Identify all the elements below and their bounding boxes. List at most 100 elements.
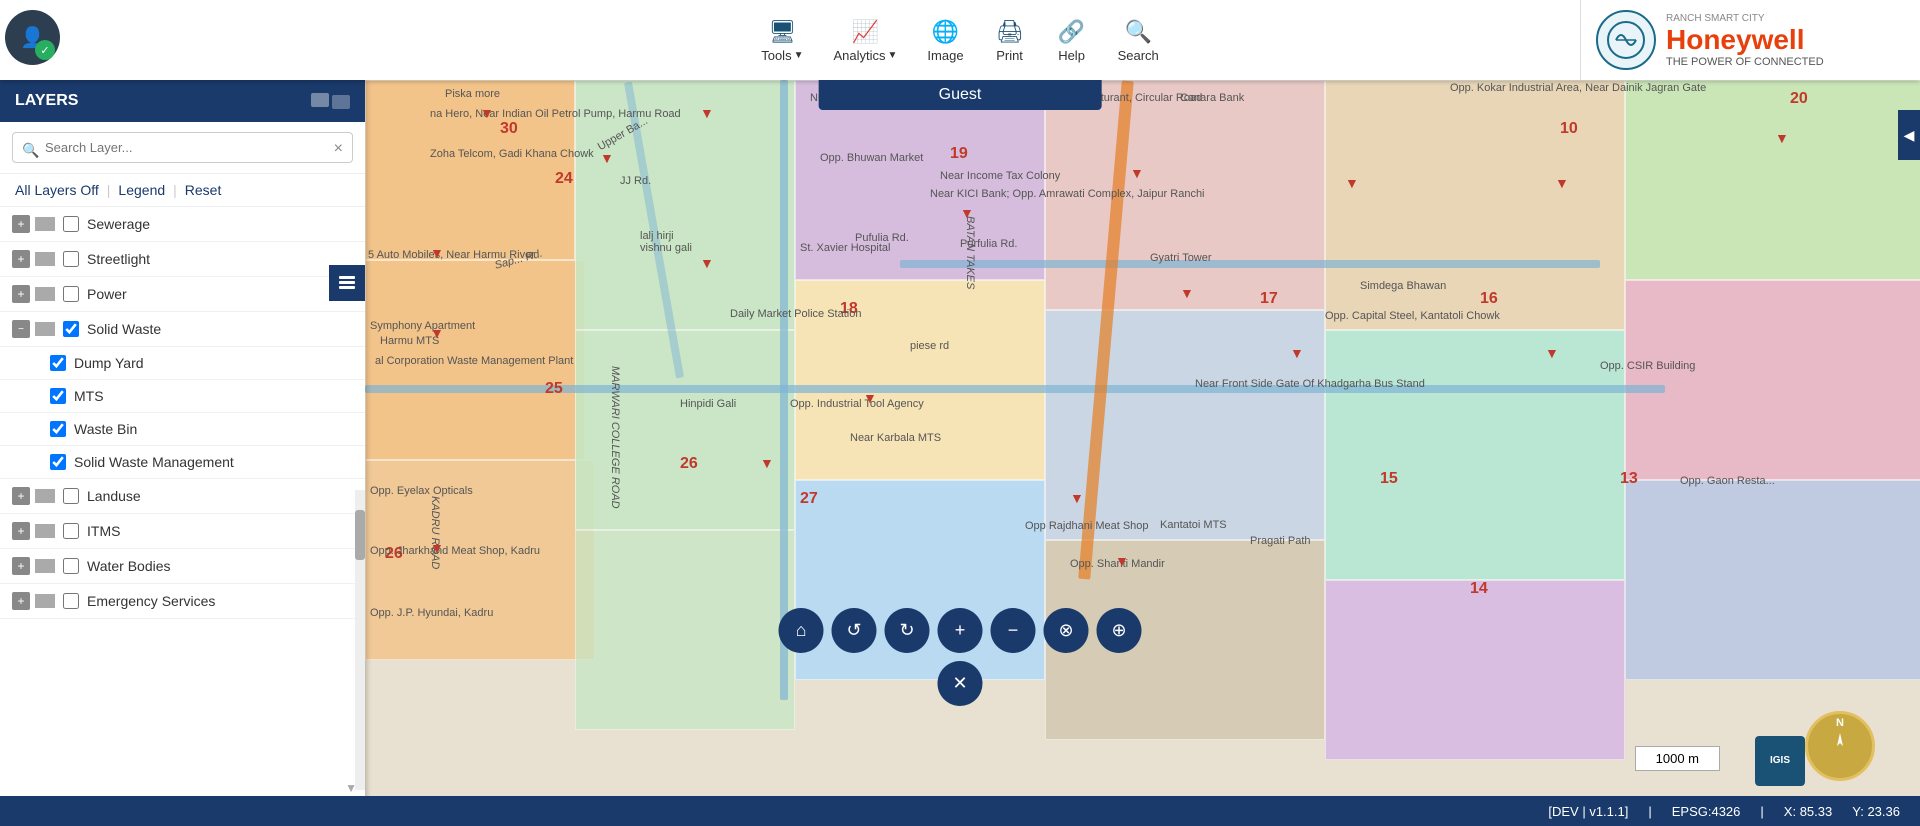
search-label[interactable]: Search	[1118, 48, 1159, 63]
water-bodies-checkbox[interactable]	[63, 558, 79, 574]
analytics-label[interactable]: Analytics ▼	[833, 48, 897, 63]
layers-float-icon[interactable]	[329, 265, 365, 301]
layer-item-landuse[interactable]: + Landuse	[0, 479, 365, 514]
map-controls: ⌂ ↺ ↻ + − ⊗ ⊕ ✕	[779, 608, 1142, 706]
water-bodies-label: Water Bodies	[87, 558, 353, 574]
compass-circle: N	[1805, 711, 1875, 781]
solid-waste-mgmt-label: Solid Waste Management	[74, 454, 353, 470]
power-color	[35, 287, 55, 301]
guest-bar: Guest	[819, 80, 1102, 110]
emergency-color	[35, 594, 55, 608]
right-collapse-icon: ◀	[1904, 127, 1915, 144]
layers-stack-icon[interactable]	[311, 93, 350, 109]
redo-button[interactable]: ↻	[885, 608, 930, 653]
analytics-icon: 📈	[849, 16, 881, 48]
print-icon: 🖨	[994, 16, 1026, 48]
tools-arrow: ▼	[794, 50, 804, 61]
igis-badge: IGIS	[1755, 736, 1805, 786]
extra-button[interactable]: ✕	[938, 661, 983, 706]
search-icon: 🔍	[1122, 16, 1154, 48]
layer-search-input[interactable]	[12, 132, 353, 163]
zoom-in-button[interactable]: +	[938, 608, 983, 653]
sewerage-label: Sewerage	[87, 216, 353, 232]
layer-item-sewerage[interactable]: + Sewerage	[0, 207, 365, 242]
all-layers-off-btn[interactable]: All Layers Off	[15, 182, 99, 198]
print-label[interactable]: Print	[996, 48, 1023, 63]
itms-color	[35, 524, 55, 538]
layer-item-streetlight[interactable]: + Streetlight	[0, 242, 365, 277]
streetlight-expand[interactable]: +	[12, 250, 30, 268]
layer-item-waste-bin[interactable]: Waste Bin	[0, 413, 365, 446]
compass: N	[1800, 706, 1880, 786]
undo-button[interactable]: ↺	[832, 608, 877, 653]
toolbar-help[interactable]: 🔗 Help	[1056, 16, 1088, 63]
sewerage-expand[interactable]: +	[12, 215, 30, 233]
waste-bin-checkbox[interactable]	[50, 421, 66, 437]
waste-bin-label: Waste Bin	[74, 421, 353, 437]
power-expand[interactable]: +	[12, 285, 30, 303]
layers-list: + Sewerage + Streetlight + Power − Solid…	[0, 207, 365, 767]
honeywell-tagline: THE POWER OF CONNECTED	[1666, 56, 1824, 68]
scale-label: 1000 m	[1656, 751, 1699, 766]
solid-waste-mgmt-checkbox[interactable]	[50, 454, 66, 470]
solid-waste-expand[interactable]: −	[12, 320, 30, 338]
itms-checkbox[interactable]	[63, 523, 79, 539]
help-icon: 🔗	[1056, 16, 1088, 48]
toolbar-analytics[interactable]: 📈 Analytics ▼	[833, 16, 897, 63]
layer-item-solid-waste-mgmt[interactable]: Solid Waste Management	[0, 446, 365, 479]
status-epsg: EPSG:4326	[1672, 804, 1741, 819]
landuse-expand[interactable]: +	[12, 487, 30, 505]
toolbar-tools[interactable]: 🖥 Tools ▼	[761, 16, 803, 63]
layer-search-clear[interactable]: ×	[334, 140, 343, 158]
power-checkbox[interactable]	[63, 286, 79, 302]
layers-title: LAYERS	[15, 92, 78, 110]
compass-north: N	[1836, 717, 1844, 729]
layers-toggle-button[interactable]: ⊗	[1044, 608, 1089, 653]
image-label[interactable]: Image	[927, 48, 963, 63]
layer-item-itms[interactable]: + ITMS	[0, 514, 365, 549]
layers-header: LAYERS	[0, 80, 365, 122]
layer-item-mts[interactable]: MTS	[0, 380, 365, 413]
emergency-checkbox[interactable]	[63, 593, 79, 609]
target-button[interactable]: ⊕	[1097, 608, 1142, 653]
dump-yard-checkbox[interactable]	[50, 355, 66, 371]
home-button[interactable]: ⌂	[779, 608, 824, 653]
itms-expand[interactable]: +	[12, 522, 30, 540]
status-x: X: 85.33	[1784, 804, 1832, 819]
layer-item-water-bodies[interactable]: + Water Bodies	[0, 549, 365, 584]
status-bar: [DEV | v1.1.1] | EPSG:4326 | X: 85.33 Y:…	[0, 796, 1920, 826]
streetlight-checkbox[interactable]	[63, 251, 79, 267]
landuse-color	[35, 489, 55, 503]
status-y: Y: 23.36	[1852, 804, 1900, 819]
itms-label: ITMS	[87, 523, 353, 539]
solid-waste-label: Solid Waste	[87, 321, 353, 337]
tools-label[interactable]: Tools ▼	[761, 48, 803, 63]
legend-btn[interactable]: Legend	[118, 182, 165, 198]
toolbar-image[interactable]: 🌐 Image	[927, 16, 963, 63]
user-check-badge: ✓	[35, 40, 55, 60]
layers-controls: All Layers Off | Legend | Reset	[0, 174, 365, 207]
layers-search: 🔍 ×	[0, 122, 365, 174]
layer-item-dump-yard[interactable]: Dump Yard	[0, 347, 365, 380]
mts-checkbox[interactable]	[50, 388, 66, 404]
landuse-checkbox[interactable]	[63, 488, 79, 504]
right-collapse-button[interactable]: ◀	[1898, 110, 1920, 160]
reset-btn[interactable]: Reset	[185, 182, 222, 198]
analytics-arrow: ▼	[888, 50, 898, 61]
toolbar-search[interactable]: 🔍 Search	[1118, 16, 1159, 63]
layer-item-emergency-services[interactable]: + Emergency Services	[0, 584, 365, 619]
solid-waste-checkbox[interactable]	[63, 321, 79, 337]
layer-item-power[interactable]: + Power	[0, 277, 365, 312]
zoom-out-button[interactable]: −	[991, 608, 1036, 653]
tools-icon: 🖥	[766, 16, 798, 48]
water-bodies-expand[interactable]: +	[12, 557, 30, 575]
layer-item-solid-waste[interactable]: − Solid Waste	[0, 312, 365, 347]
layers-scroll-down[interactable]: ▼	[345, 781, 357, 795]
help-label[interactable]: Help	[1058, 48, 1085, 63]
emergency-expand[interactable]: +	[12, 592, 30, 610]
toolbar-print[interactable]: 🖨 Print	[994, 16, 1026, 63]
scale-bar: 1000 m	[1635, 746, 1720, 771]
sewerage-checkbox[interactable]	[63, 216, 79, 232]
dump-yard-label: Dump Yard	[74, 355, 353, 371]
image-icon: 🌐	[929, 16, 961, 48]
